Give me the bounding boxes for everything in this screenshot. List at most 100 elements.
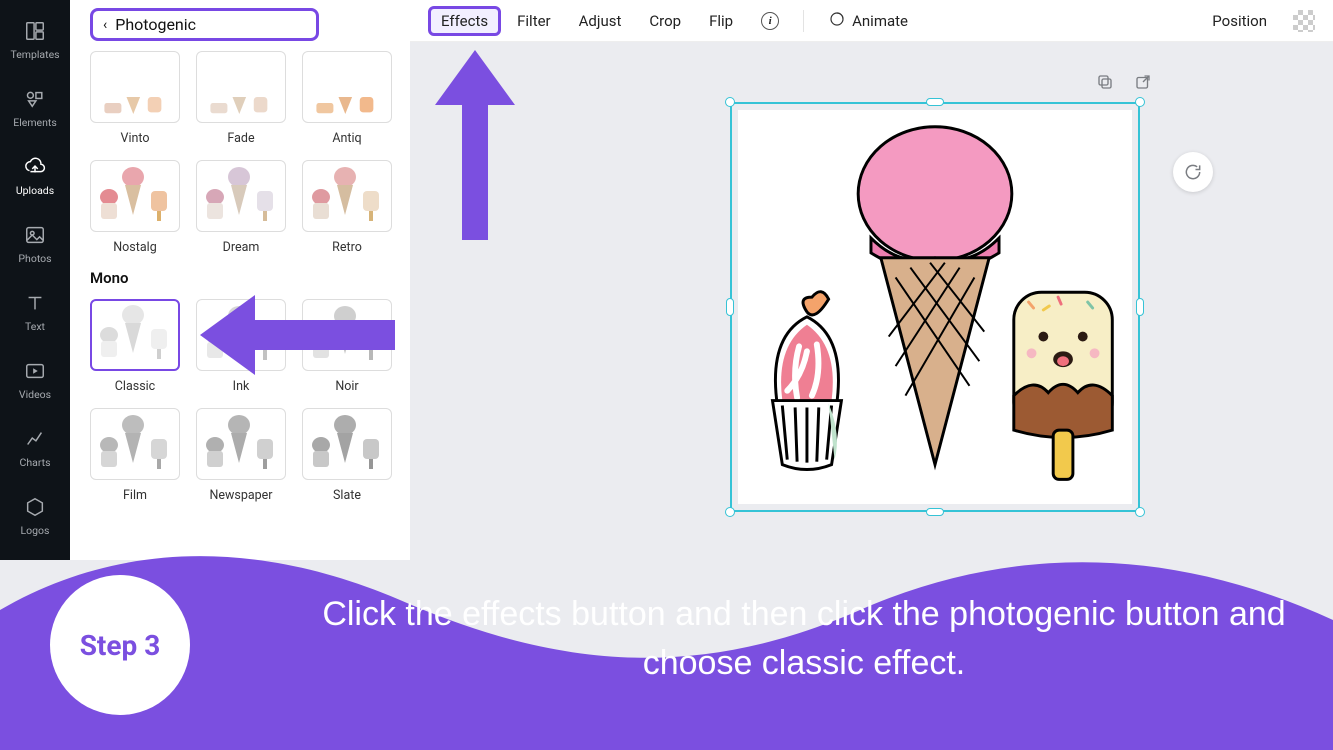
- flip-label: Flip: [709, 12, 733, 30]
- transparency-button[interactable]: [1293, 10, 1315, 32]
- thumb-image-vinto: [101, 90, 169, 116]
- chevron-left-icon: ‹: [103, 17, 107, 33]
- thumb-label: Slate: [333, 488, 361, 503]
- rail-charts[interactable]: Charts: [0, 414, 70, 482]
- instruction-text: Click the effects button and then click …: [315, 590, 1293, 689]
- rail-label: Elements: [13, 116, 57, 129]
- thumb-label: Noir: [335, 379, 358, 394]
- effects-row: Film Newspaper Slate: [90, 408, 390, 503]
- adjust-label: Adjust: [579, 12, 622, 30]
- step-label: Step 3: [80, 629, 161, 662]
- thumb-image-classic: [95, 303, 175, 365]
- rail-elements[interactable]: Elements: [0, 74, 70, 142]
- open-external-icon[interactable]: [1133, 72, 1153, 92]
- crop-label: Crop: [649, 12, 681, 30]
- effects-button[interactable]: Effects: [428, 6, 501, 36]
- canvas-action-icons: [1095, 72, 1153, 92]
- rail-label: Charts: [20, 456, 51, 469]
- effects-panel: ‹ Photogenic Vinto Fade Antiq Nostalg: [70, 0, 410, 560]
- photogenic-back-button[interactable]: ‹ Photogenic: [90, 8, 319, 41]
- thumb-label: Film: [123, 488, 147, 503]
- resize-handle-b[interactable]: [926, 508, 944, 516]
- effect-thumb-classic[interactable]: Classic: [90, 299, 180, 394]
- effect-thumb[interactable]: Retro: [302, 160, 392, 255]
- resize-handle-t[interactable]: [926, 98, 944, 106]
- animate-button[interactable]: Animate: [816, 4, 920, 38]
- effect-thumb[interactable]: Film: [90, 408, 180, 503]
- thumb-image-dream: [201, 165, 281, 227]
- text-icon: [24, 292, 46, 314]
- thumb-label: Antiq: [332, 131, 361, 146]
- position-button[interactable]: Position: [1200, 6, 1279, 36]
- logos-icon: [24, 496, 46, 518]
- rail-photos[interactable]: Photos: [0, 210, 70, 278]
- thumb-image-retro: [307, 165, 387, 227]
- canvas-stage: [410, 42, 1333, 560]
- videos-icon: [24, 360, 46, 382]
- effect-thumb[interactable]: Fade: [196, 51, 286, 146]
- resize-handle-bl[interactable]: [725, 507, 735, 517]
- thumb-label: Retro: [332, 240, 362, 255]
- thumb-label: Classic: [115, 379, 155, 394]
- position-label: Position: [1212, 12, 1267, 30]
- rail-uploads[interactable]: Uploads: [0, 142, 70, 210]
- crop-button[interactable]: Crop: [637, 6, 693, 36]
- rail-label: Templates: [10, 48, 59, 61]
- effect-thumb[interactable]: Antiq: [302, 51, 392, 146]
- thumb-label: Dream: [223, 240, 260, 255]
- charts-icon: [24, 428, 46, 450]
- elements-icon: [24, 88, 46, 110]
- effect-thumb[interactable]: Nostalg: [90, 160, 180, 255]
- instruction-banner: Step 3 Click the effects button and then…: [0, 530, 1333, 750]
- thumb-image-antiq: [313, 90, 381, 116]
- thumb-image-slate: [307, 413, 387, 475]
- left-rail: Templates Elements Uploads Photos Text V…: [0, 0, 70, 560]
- effects-panel-scroll[interactable]: ‹ Photogenic Vinto Fade Antiq Nostalg: [70, 0, 410, 560]
- resize-handle-br[interactable]: [1135, 507, 1145, 517]
- duplicate-icon[interactable]: [1095, 72, 1115, 92]
- rail-label: Videos: [19, 388, 51, 401]
- uploads-icon: [24, 156, 46, 178]
- resize-handle-r[interactable]: [1136, 298, 1144, 316]
- step-badge: Step 3: [50, 575, 190, 715]
- thumb-image-newspaper: [201, 413, 281, 475]
- photos-icon: [24, 224, 46, 246]
- resize-handle-l[interactable]: [726, 298, 734, 316]
- rail-text[interactable]: Text: [0, 278, 70, 346]
- templates-icon: [24, 20, 46, 42]
- effect-thumb[interactable]: Slate: [302, 408, 392, 503]
- rotate-handle[interactable]: [1173, 152, 1213, 192]
- flip-button[interactable]: Flip: [697, 6, 745, 36]
- info-button[interactable]: i: [749, 6, 791, 36]
- info-icon: i: [761, 12, 779, 30]
- rail-templates[interactable]: Templates: [0, 6, 70, 74]
- annotation-arrow-up-icon: [430, 50, 520, 250]
- filter-button[interactable]: Filter: [505, 6, 563, 36]
- resize-handle-tl[interactable]: [725, 97, 735, 107]
- resize-handle-tr[interactable]: [1135, 97, 1145, 107]
- effect-thumb[interactable]: Dream: [196, 160, 286, 255]
- filter-label: Filter: [517, 12, 551, 30]
- thumb-label: Ink: [233, 379, 250, 394]
- rail-label: Uploads: [16, 184, 54, 197]
- animate-icon: [828, 10, 846, 32]
- effects-row: Vinto Fade Antiq: [90, 51, 390, 146]
- thumb-label: Vinto: [121, 131, 150, 146]
- effects-label: Effects: [441, 12, 488, 30]
- top-toolbar: Effects Filter Adjust Crop Flip i Animat…: [410, 0, 1333, 42]
- rail-label: Text: [25, 320, 45, 333]
- panel-title: Photogenic: [115, 15, 196, 34]
- thumb-image-nostalg: [95, 165, 175, 227]
- selection-box[interactable]: [730, 102, 1140, 512]
- effects-row: Nostalg Dream Retro: [90, 160, 390, 255]
- effect-thumb[interactable]: Newspaper: [196, 408, 286, 503]
- thumb-label: Newspaper: [209, 488, 272, 503]
- rail-label: Photos: [18, 252, 51, 265]
- adjust-button[interactable]: Adjust: [567, 6, 634, 36]
- selection-border: [730, 102, 1140, 512]
- section-title-mono: Mono: [90, 269, 390, 287]
- animate-label: Animate: [852, 12, 908, 30]
- toolbar-separator: [803, 10, 804, 32]
- rail-videos[interactable]: Videos: [0, 346, 70, 414]
- effect-thumb[interactable]: Vinto: [90, 51, 180, 146]
